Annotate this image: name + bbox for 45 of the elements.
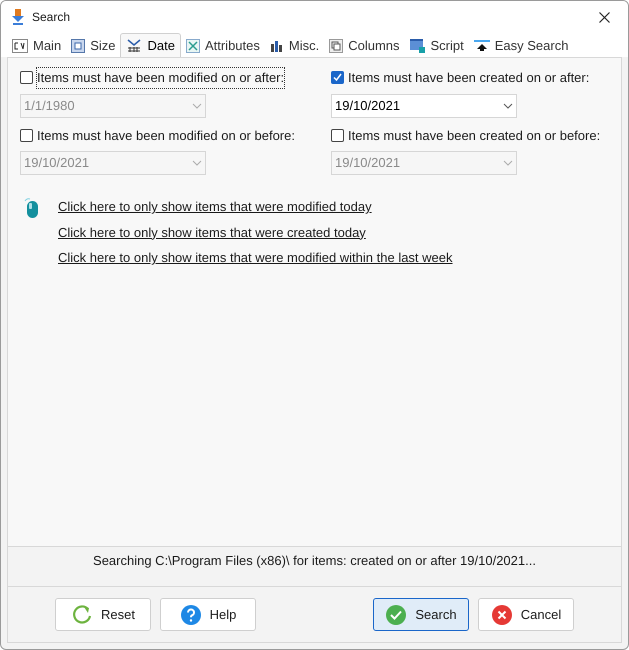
chevron-down-icon — [192, 102, 202, 108]
app-icon — [10, 8, 26, 26]
checkbox-label: Items must have been modified on or after: — [37, 68, 284, 88]
resize-icon — [71, 39, 86, 53]
tab[interactable]: Date — [120, 33, 181, 57]
tab[interactable]: Main — [7, 35, 66, 57]
cancel-icon — [490, 604, 513, 626]
checkbox-label: Items must have been created on or after: — [348, 69, 590, 87]
link[interactable]: Click here to only show items that were created today — [58, 222, 366, 242]
tab[interactable]: Easy Search — [468, 35, 574, 57]
checkbox-label: Items must have been created on or before: — [348, 126, 600, 144]
checkbox[interactable] — [331, 71, 344, 84]
calendar-icon — [126, 38, 142, 52]
help-icon — [180, 604, 202, 626]
dialog-button[interactable]: Cancel — [478, 598, 574, 631]
chevron-down-icon — [503, 160, 513, 166]
checkbox-label: Items must have been modified on or before: — [37, 126, 295, 144]
chevron-down-icon — [192, 160, 202, 166]
mouse-icon — [24, 198, 40, 220]
date-dropdown[interactable]: 19/10/2021 — [331, 94, 517, 118]
dialog-button[interactable]: Help — [160, 598, 256, 631]
link[interactable]: Click here to only show items that were modified today — [58, 197, 372, 216]
checkbox[interactable] — [20, 128, 33, 142]
dialog-button[interactable]: Search — [373, 598, 469, 631]
chart-icon — [270, 39, 284, 53]
script-icon — [410, 39, 426, 53]
tab[interactable]: Misc. — [264, 35, 324, 57]
refresh-icon — [71, 604, 94, 626]
arrow-up-icon — [474, 40, 490, 52]
tab[interactable]: Script — [404, 35, 469, 57]
checkbox[interactable] — [331, 128, 344, 142]
tab[interactable]: Size — [66, 35, 120, 57]
check-icon — [385, 604, 408, 626]
chevron-down-icon — [503, 102, 513, 108]
attributes-icon — [186, 39, 200, 53]
tab[interactable]: Attributes — [180, 35, 265, 57]
window-title: Search — [32, 9, 70, 26]
drive-icon — [12, 39, 28, 53]
close-icon — [598, 12, 610, 22]
dialog-button[interactable]: Reset — [55, 598, 151, 631]
columns-icon — [329, 39, 344, 53]
status-text: Searching C:\Program Files (x86)\ for items: created on or after 19/10/2021... — [93, 552, 536, 570]
link[interactable]: Click here to only show items that were modified within the last week — [58, 248, 453, 268]
tab[interactable]: Columns — [324, 35, 405, 57]
checkbox[interactable] — [20, 71, 33, 84]
